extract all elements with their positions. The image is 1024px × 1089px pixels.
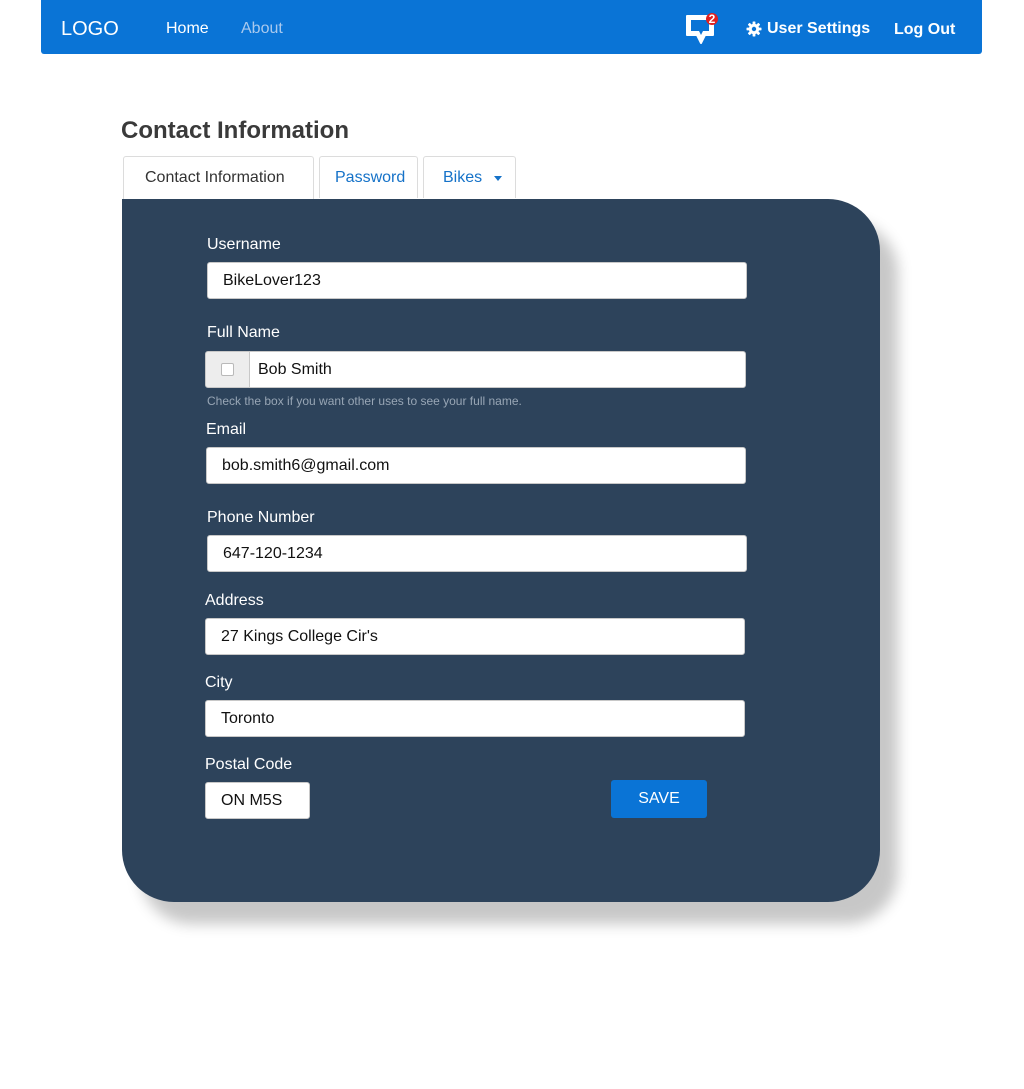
address-label: Address: [205, 592, 264, 609]
nav-home-link[interactable]: Home: [166, 20, 209, 38]
phone-label: Phone Number: [207, 509, 315, 526]
user-settings-link[interactable]: User Settings: [746, 20, 870, 38]
save-button[interactable]: SAVE: [611, 780, 707, 818]
postal-code-input[interactable]: ON M5S: [205, 782, 310, 819]
gear-icon: [746, 21, 762, 37]
full-name-help-text: Check the box if you want other uses to …: [207, 394, 522, 408]
tab-bikes-dropdown[interactable]: Bikes: [423, 156, 516, 198]
log-out-link[interactable]: Log Out: [894, 21, 955, 39]
nav-about-link[interactable]: About: [241, 20, 283, 38]
page-title: Contact Information: [121, 117, 349, 144]
top-navbar: LOGO Home About 2 User Settings Log Out: [41, 0, 982, 54]
city-label: City: [205, 674, 233, 691]
user-settings-label: User Settings: [767, 20, 871, 37]
caret-down-icon: [494, 176, 503, 181]
email-input[interactable]: bob.smith6@gmail.com: [206, 447, 746, 484]
full-name-label: Full Name: [207, 324, 280, 341]
show-full-name-checkbox[interactable]: [221, 363, 234, 376]
postal-code-label: Postal Code: [205, 756, 293, 773]
contact-form-panel: Username BikeLover123 Full Name Bob Smit…: [122, 199, 880, 902]
tab-password[interactable]: Password: [319, 156, 418, 198]
messages-button[interactable]: 2: [683, 10, 719, 46]
show-full-name-addon: [205, 351, 250, 388]
username-input[interactable]: BikeLover123: [207, 262, 747, 299]
message-count-badge: 2: [708, 12, 716, 26]
city-input[interactable]: Toronto: [205, 700, 745, 737]
phone-input[interactable]: 647-120-1234: [207, 535, 747, 572]
username-label: Username: [207, 236, 281, 253]
logo[interactable]: LOGO: [61, 18, 119, 41]
tab-label: Bikes: [443, 168, 483, 186]
email-label: Email: [206, 421, 247, 438]
tab-contact-information[interactable]: Contact Information: [123, 156, 314, 199]
tab-label: Contact Information: [145, 169, 285, 186]
address-input[interactable]: 27 Kings College Cir's: [205, 618, 745, 655]
tab-label: Password: [335, 168, 406, 186]
full-name-input[interactable]: Bob Smith: [249, 351, 746, 388]
